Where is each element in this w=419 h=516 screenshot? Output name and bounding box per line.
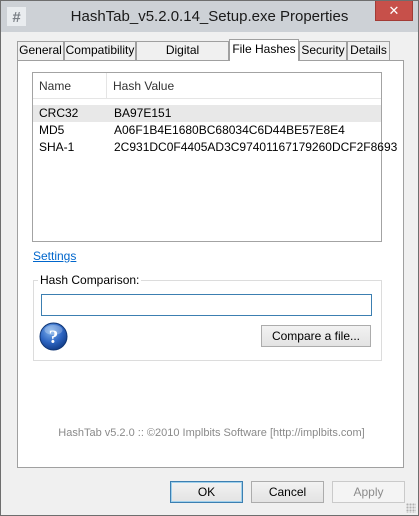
ok-button[interactable]: OK <box>170 481 243 503</box>
column-header-name[interactable]: Name <box>33 73 107 99</box>
hash-comparison-group: Hash Comparison: ? Compare a file... <box>33 273 382 361</box>
title-bar[interactable]: # HashTab_v5.2.0.14_Setup.exe Properties… <box>1 1 418 32</box>
hash-row-sha1[interactable]: SHA-1 2C931DC0F4405AD3C97401167179260DCF… <box>33 139 397 156</box>
column-header-hash-value[interactable]: Hash Value <box>107 73 381 99</box>
tab-details[interactable]: Details <box>347 41 390 60</box>
hash-name: SHA-1 <box>39 140 75 154</box>
hash-name: CRC32 <box>39 106 79 120</box>
about-footer: HashTab v5.2.0 :: ©2010 Implbits Softwar… <box>58 427 365 439</box>
tab-compatibility[interactable]: Compatibility <box>64 41 136 60</box>
help-question-icon[interactable]: ? <box>39 322 68 351</box>
window-title: HashTab_v5.2.0.14_Setup.exe Properties <box>70 8 349 25</box>
svg-text:?: ? <box>49 327 59 348</box>
tab-digital-signatures[interactable]: Digital Signatures <box>136 41 229 74</box>
hash-value: A06F1B4E1680BC68034C6D44BE57E8E4 <box>114 123 345 137</box>
hash-list-header: Name Hash Value <box>33 73 381 99</box>
cancel-button[interactable]: Cancel <box>251 481 324 503</box>
tab-security[interactable]: Security <box>299 41 347 60</box>
close-button[interactable]: ✕ <box>375 1 413 21</box>
hash-value: BA97E151 <box>114 106 172 120</box>
resize-grip[interactable] <box>406 503 416 513</box>
hash-row-crc32[interactable]: CRC32 BA97E151 <box>33 105 381 122</box>
compare-file-button[interactable]: Compare a file... <box>261 325 371 347</box>
hash-comparison-label: Hash Comparison: <box>38 273 142 287</box>
tab-file-hashes[interactable]: File Hashes <box>229 39 299 61</box>
properties-window: # HashTab_v5.2.0.14_Setup.exe Properties… <box>0 0 419 516</box>
hash-list[interactable]: Name Hash Value CRC32 BA97E151 MD5 A06F1… <box>32 72 397 242</box>
hash-value: 2C931DC0F4405AD3C97401167179260DCF2F8693 <box>114 140 398 154</box>
file-hashes-panel: Name Hash Value CRC32 BA97E151 MD5 A06F1… <box>17 60 404 468</box>
settings-link[interactable]: Settings <box>33 249 76 263</box>
apply-button[interactable]: Apply <box>332 481 405 503</box>
hash-name: MD5 <box>39 123 65 137</box>
close-icon: ✕ <box>388 2 400 18</box>
hash-row-md5[interactable]: MD5 A06F1B4E1680BC68034C6D44BE57E8E4 <box>33 122 381 139</box>
tab-general[interactable]: General <box>17 41 64 60</box>
tab-strip: General Compatibility Digital Signatures… <box>1 39 418 74</box>
hash-comparison-input[interactable] <box>41 294 372 316</box>
